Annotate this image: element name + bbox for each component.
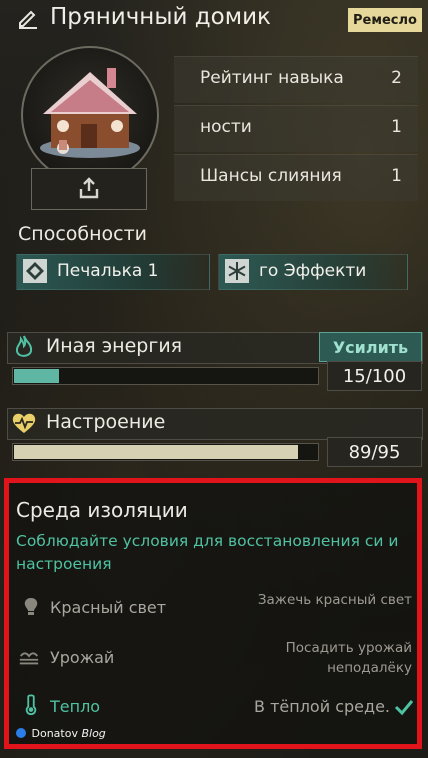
watermark-brand: Donatov: [31, 727, 78, 740]
stat-label: Рейтинг навыка: [200, 68, 344, 88]
condition-label: Тепло: [50, 697, 101, 716]
mood-bar: [12, 443, 319, 461]
energy-bar: [12, 367, 319, 385]
thermometer-icon: [25, 694, 37, 716]
mood-label: Настроение: [46, 411, 166, 433]
isolation-title: Среда изоляции: [16, 498, 188, 522]
header: Пряничный домик Ремесло: [0, 0, 428, 40]
abilities-title: Способности: [18, 223, 148, 245]
checkmark-icon: [394, 700, 414, 716]
watermark-suffix: Blog: [81, 727, 106, 740]
mood-bar-fill: [14, 445, 298, 459]
watermark-logo-icon: [16, 728, 26, 738]
share-icon: [79, 177, 99, 199]
condition-desc: Посадить урожай неподалёку: [285, 640, 412, 676]
energy-bar-fill: [14, 369, 59, 383]
bulb-icon: [24, 598, 38, 615]
snowflake-icon: [225, 259, 249, 283]
diamond-icon: [23, 259, 47, 283]
energy-label: Иная энергия: [46, 335, 183, 357]
condition-label: Урожай: [50, 648, 115, 667]
category-badge: Ремесло: [348, 8, 422, 32]
watermark: Donatov Blog: [16, 727, 106, 740]
mood-value: 89/95: [327, 437, 422, 467]
heart-pulse-icon: [12, 413, 36, 433]
condition-label: Красный свет: [50, 598, 167, 617]
flame-icon: [15, 335, 33, 357]
ability-label: го Эффекти: [259, 261, 367, 281]
stat-label: ности: [200, 117, 252, 137]
boost-button[interactable]: Усилить: [319, 332, 422, 362]
stat-value: 1: [391, 166, 402, 186]
condition-desc: В тёплой среде.: [254, 697, 390, 716]
pencil-icon[interactable]: [16, 6, 40, 30]
condition-desc: Зажечь красный свет: [257, 592, 412, 608]
stat-value: 1: [391, 117, 402, 137]
stat-label: Шансы слияния: [200, 166, 342, 186]
energy-value: 15/100: [327, 361, 422, 391]
stat-value: 2: [391, 68, 402, 88]
avatar: [21, 46, 159, 184]
crop-icon: [19, 652, 39, 665]
ability-label: Печалька 1: [57, 261, 159, 281]
gingerbread-house-image: [40, 68, 140, 158]
page-title: Пряничный домик: [50, 4, 271, 30]
isolation-hint: Соблюдайте условия для восстановления си…: [16, 532, 399, 573]
